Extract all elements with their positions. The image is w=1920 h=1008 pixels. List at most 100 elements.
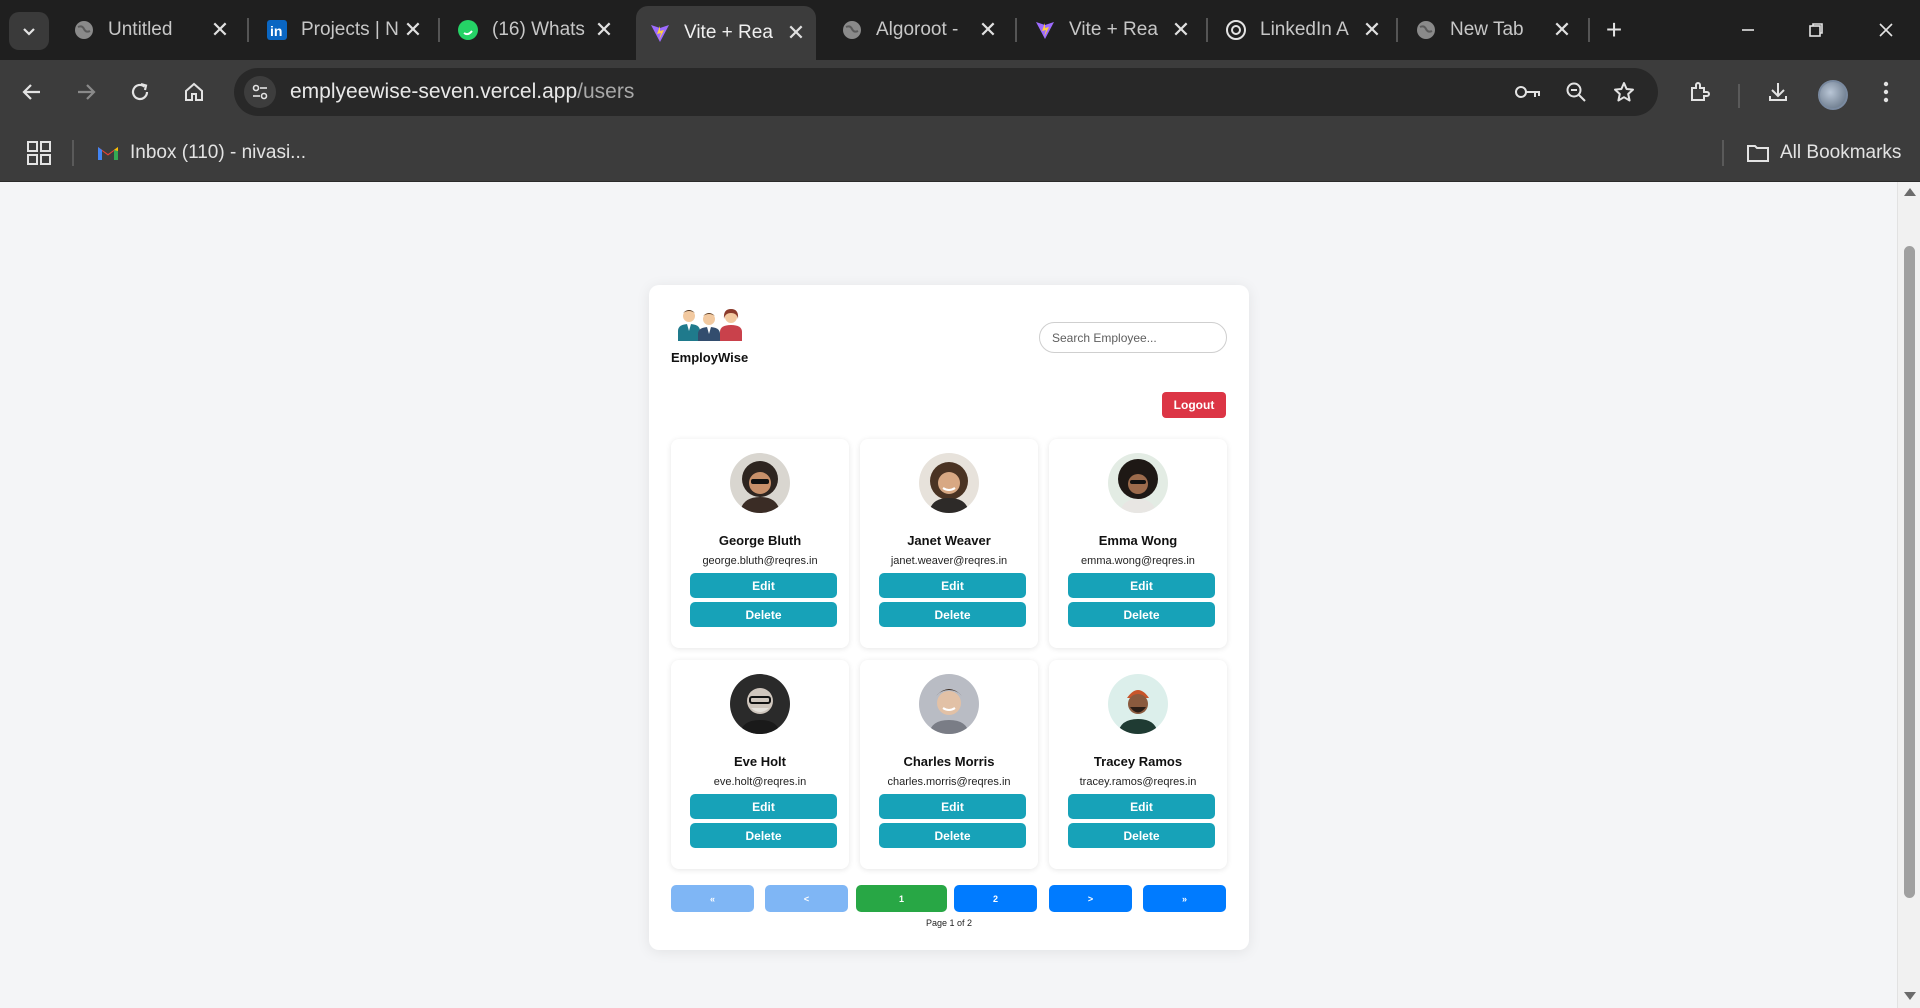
scroll-down-arrow-icon[interactable] <box>1904 992 1916 1000</box>
bookmark-star-icon[interactable] <box>1608 76 1640 108</box>
bookmark-inbox[interactable]: Inbox (110) - nivasi... <box>96 138 306 168</box>
whatsapp-icon <box>456 18 480 42</box>
delete-button[interactable]: Delete <box>1068 602 1215 627</box>
edit-button[interactable]: Edit <box>1068 794 1215 819</box>
new-tab-button[interactable]: + <box>1598 14 1630 46</box>
employee-email: charles.morris@reqres.in <box>887 776 1011 788</box>
tab-algoroot[interactable]: Algoroot - ✕ <box>828 10 1008 50</box>
edit-button[interactable]: Edit <box>690 573 837 598</box>
tab-vite-active[interactable]: Vite + Rea ✕ <box>636 6 816 60</box>
vite-icon <box>648 21 672 45</box>
employee-card: George Bluth george.bluth@reqres.in Edit… <box>671 439 849 648</box>
search-employee-input[interactable] <box>1039 322 1227 353</box>
delete-button[interactable]: Delete <box>879 602 1026 627</box>
tab-title: New Tab <box>1450 19 1524 40</box>
url-text[interactable]: emplyeewise-seven.vercel.app/users <box>290 80 634 104</box>
prev-page-button[interactable]: < <box>765 885 848 912</box>
close-icon[interactable]: ✕ <box>1358 16 1386 44</box>
globe-icon <box>1414 18 1438 42</box>
first-page-button[interactable]: « <box>671 885 754 912</box>
url-path: /users <box>577 80 635 103</box>
tab-linkedin-a[interactable]: LinkedIn A ✕ <box>1212 10 1392 50</box>
employee-card: Charles Morris charles.morris@reqres.in … <box>860 660 1038 869</box>
tab-title: Projects | N <box>301 19 399 40</box>
tab-divider <box>438 18 440 42</box>
logout-button[interactable]: Logout <box>1162 392 1226 418</box>
tab-title: Algoroot - <box>876 19 959 40</box>
close-icon[interactable]: ✕ <box>782 19 810 47</box>
delete-button[interactable]: Delete <box>690 823 837 848</box>
page-2-button[interactable]: 2 <box>954 885 1037 912</box>
apps-grid-icon[interactable] <box>26 140 52 166</box>
tab-vite-2[interactable]: Vite + Rea ✕ <box>1021 10 1201 50</box>
avatar <box>1108 674 1168 734</box>
close-icon[interactable]: ✕ <box>399 16 427 44</box>
edit-button[interactable]: Edit <box>1068 573 1215 598</box>
zoom-out-icon[interactable] <box>1560 76 1592 108</box>
profile-avatar[interactable] <box>1818 80 1848 110</box>
employee-card: Tracey Ramos tracey.ramos@reqres.in Edit… <box>1049 660 1227 869</box>
all-bookmarks-button[interactable]: All Bookmarks <box>1746 138 1901 168</box>
tab-projects[interactable]: in Projects | N ✕ <box>253 10 433 50</box>
tab-title: Vite + Rea <box>684 22 773 43</box>
employee-email: george.bluth@reqres.in <box>702 555 818 567</box>
tab-whatsapp[interactable]: (16) Whats ✕ <box>444 10 624 50</box>
address-bar[interactable]: emplyeewise-seven.vercel.app/users <box>234 68 1658 116</box>
home-icon <box>185 82 203 101</box>
restore-button[interactable] <box>1782 0 1850 60</box>
close-icon[interactable]: ✕ <box>1548 16 1576 44</box>
page-scrollbar[interactable] <box>1897 182 1920 1008</box>
arrow-left-icon <box>22 84 40 100</box>
employee-email: tracey.ramos@reqres.in <box>1079 776 1197 788</box>
edit-button[interactable]: Edit <box>690 794 837 819</box>
scroll-up-arrow-icon[interactable] <box>1904 188 1916 196</box>
team-logo-icon <box>678 309 742 341</box>
brand-name: EmployWise <box>671 350 749 365</box>
kebab-menu-icon[interactable] <box>1870 76 1902 108</box>
vite-icon <box>1033 18 1057 42</box>
close-icon[interactable]: ✕ <box>590 16 618 44</box>
employee-card: Eve Holt eve.holt@reqres.in Edit Delete <box>671 660 849 869</box>
delete-button[interactable]: Delete <box>690 602 837 627</box>
last-page-button[interactable]: » <box>1143 885 1226 912</box>
close-window-button[interactable] <box>1852 0 1920 60</box>
employee-email: eve.holt@reqres.in <box>713 776 807 788</box>
employwise-logo <box>671 307 755 346</box>
close-icon[interactable]: ✕ <box>206 16 234 44</box>
tab-new-tab[interactable]: New Tab ✕ <box>1402 10 1582 50</box>
tab-title: Vite + Rea <box>1069 19 1158 40</box>
close-icon[interactable]: ✕ <box>974 16 1002 44</box>
password-key-icon[interactable] <box>1512 76 1544 108</box>
scroll-thumb[interactable] <box>1904 246 1915 898</box>
home-button[interactable] <box>176 74 212 110</box>
tab-divider <box>1015 18 1017 42</box>
minimize-icon <box>1742 29 1754 31</box>
bookmarks-bar: Inbox (110) - nivasi... All Bookmarks <box>0 124 1920 182</box>
delete-button[interactable]: Delete <box>1068 823 1215 848</box>
tab-title: Untitled <box>108 19 173 40</box>
globe-icon <box>72 18 96 42</box>
tab-untitled[interactable]: Untitled ✕ <box>60 10 240 50</box>
all-bookmarks-label: All Bookmarks <box>1780 142 1902 163</box>
minimize-button[interactable] <box>1714 0 1782 60</box>
next-page-button[interactable]: > <box>1049 885 1132 912</box>
employee-name: Eve Holt <box>733 754 786 769</box>
employee-name: George Bluth <box>718 533 802 548</box>
bookmark-divider <box>72 140 74 166</box>
delete-button[interactable]: Delete <box>879 823 1026 848</box>
forward-button[interactable] <box>68 74 104 110</box>
site-info-button[interactable] <box>244 76 276 108</box>
globe-icon <box>840 18 864 42</box>
close-icon[interactable]: ✕ <box>1167 16 1195 44</box>
extensions-icon[interactable] <box>1684 76 1716 108</box>
reload-button[interactable] <box>122 74 158 110</box>
gmail-icon <box>96 143 120 163</box>
edit-button[interactable]: Edit <box>879 794 1026 819</box>
back-button[interactable] <box>14 74 50 110</box>
bookmark-label: Inbox (110) - nivasi... <box>130 142 307 163</box>
page-1-button[interactable]: 1 <box>856 885 947 912</box>
avatar <box>1108 453 1168 513</box>
edit-button[interactable]: Edit <box>879 573 1026 598</box>
download-icon[interactable] <box>1762 76 1794 108</box>
tab-search-button[interactable] <box>9 12 49 50</box>
